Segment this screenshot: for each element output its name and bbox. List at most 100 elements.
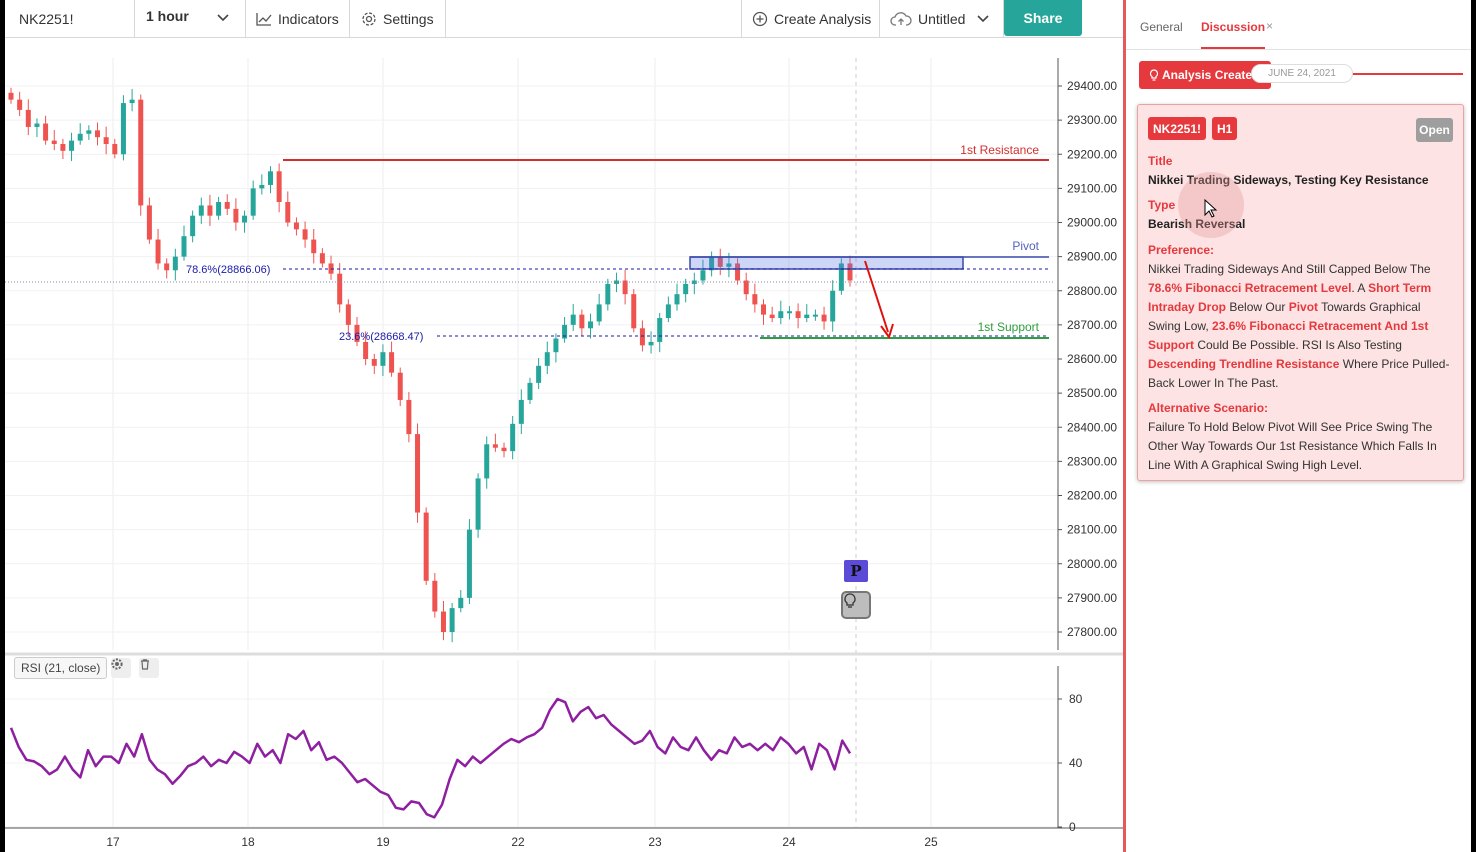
candle-body [181, 236, 187, 257]
candle-body [596, 304, 602, 322]
y-tick-label: 29400.00 [1067, 79, 1117, 93]
candle-body [17, 99, 23, 110]
candle-body [267, 171, 273, 185]
y-tick-label: 28200.00 [1067, 489, 1117, 503]
candle-body [8, 92, 14, 100]
projection-arrow[interactable] [864, 260, 889, 333]
interval-select[interactable]: 1 hour [135, 0, 246, 38]
lightbulb-icon [844, 593, 856, 608]
x-tick-label: 23 [648, 835, 662, 849]
candle-body [120, 103, 126, 155]
candle-body [293, 222, 299, 230]
timeframe-badge: H1 [1212, 117, 1238, 140]
candle-body [423, 512, 429, 581]
rsi-settings-button[interactable] [111, 658, 131, 678]
candle-body [302, 229, 308, 240]
lightbulb-icon [1149, 69, 1159, 81]
y-tick-label: 27800.00 [1067, 625, 1117, 639]
y-tick-label: 28400.00 [1067, 420, 1117, 434]
candle-body [804, 314, 810, 319]
app-window: NK2251! 1 hour Indicators Settings Creat… [5, 0, 1471, 852]
candle-body [778, 311, 784, 319]
resistance-label: 1st Resistance [960, 143, 1039, 157]
candle-body [207, 205, 213, 216]
alternative-text: Failure To Hold Below Pivot Will See Pri… [1148, 420, 1437, 472]
y-tick-label: 28300.00 [1067, 454, 1117, 468]
symbol-badge: NK2251! [1148, 117, 1207, 140]
candle-body [363, 341, 369, 359]
interval-label: 1 hour [146, 8, 189, 24]
tab-discussion[interactable]: Discussion [1201, 20, 1266, 49]
rsi-delete-button[interactable] [139, 658, 159, 678]
x-tick-label: 22 [511, 835, 525, 849]
symbol-label: NK2251! [19, 11, 74, 27]
rsi-pane [9, 697, 852, 819]
candle-body [276, 171, 282, 203]
candle-body [103, 137, 109, 145]
chevron-down-icon [217, 14, 229, 22]
candle-body [224, 202, 230, 209]
fib-786-label: 78.6%(28866.06) [186, 264, 270, 276]
axes-layer: 17 18 19 22 23 24 25 29400.00 29300.00 29200.00 29… [5, 58, 1123, 849]
indicators-button[interactable]: Indicators [246, 0, 350, 38]
y-tick-label: 29300.00 [1067, 113, 1117, 127]
price-chart[interactable]: 1st Resistance Pivot 78.6%(28866.06) 23.… [5, 38, 1123, 852]
candle-body [389, 352, 395, 373]
candle-body [337, 273, 343, 305]
chart-grid [5, 58, 1058, 828]
candle-body [198, 205, 204, 216]
candle-body [683, 283, 689, 295]
candle-body [821, 314, 827, 322]
alternative-label: Alternative Scenario: [1148, 401, 1269, 415]
chart-canvas[interactable]: 1st Resistance Pivot 78.6%(28866.06) 23.… [5, 38, 1123, 852]
rsi-line[interactable] [9, 697, 852, 819]
candle-body [25, 109, 31, 127]
rsi-legend[interactable]: RSI (21, close) [14, 657, 108, 679]
title-label: Title [1148, 154, 1173, 168]
candle-body [769, 314, 775, 319]
candle-body [648, 341, 654, 346]
candle-body [285, 202, 291, 223]
p-marker-badge[interactable]: P [844, 560, 868, 582]
rsi-tick-label: 0 [1069, 820, 1076, 834]
candle-body [458, 597, 464, 609]
type-label: Type [1148, 198, 1176, 212]
y-tick-label: 29000.00 [1067, 216, 1117, 230]
candle-body [146, 205, 152, 240]
candle-body [657, 318, 663, 342]
candle-body [250, 188, 256, 216]
candle-body [164, 263, 170, 271]
settings-button[interactable]: Settings [350, 0, 446, 38]
y-tick-label: 28100.00 [1067, 523, 1117, 537]
candles-layer [8, 87, 853, 643]
x-tick-label: 19 [376, 835, 390, 849]
share-button[interactable]: Share [1004, 0, 1082, 36]
candle-body [631, 294, 637, 329]
pivot-label: Pivot [1012, 239, 1039, 253]
candle-body [94, 130, 100, 138]
y-tick-label: 28800.00 [1067, 284, 1117, 298]
idea-marker-button[interactable] [841, 591, 871, 619]
candle-body [397, 372, 403, 400]
pivot-zone[interactable] [689, 256, 964, 270]
candle-body [319, 253, 325, 264]
chevron-down-icon [977, 15, 990, 23]
create-analysis-button[interactable]: Create Analysis [741, 0, 880, 38]
preference-label: Preference: [1148, 243, 1215, 257]
candle-body [129, 99, 135, 104]
settings-label: Settings [383, 11, 434, 27]
close-icon[interactable]: × [1266, 19, 1273, 33]
candle-body [752, 294, 758, 305]
layout-select[interactable]: Untitled [880, 0, 1004, 38]
tab-general[interactable]: General [1140, 20, 1183, 34]
timeline-row: Analysis Created JUNE 24, 2021 [1139, 61, 1463, 89]
y-tick-label: 28600.00 [1067, 352, 1117, 366]
symbol-search[interactable]: NK2251! [5, 0, 135, 38]
candle-body [570, 314, 576, 325]
candle-body [112, 144, 118, 155]
candle-body [69, 140, 75, 151]
candle-body [86, 130, 92, 134]
candle-body [830, 290, 836, 322]
create-analysis-label: Create Analysis [774, 11, 872, 27]
candle-body [665, 304, 671, 319]
